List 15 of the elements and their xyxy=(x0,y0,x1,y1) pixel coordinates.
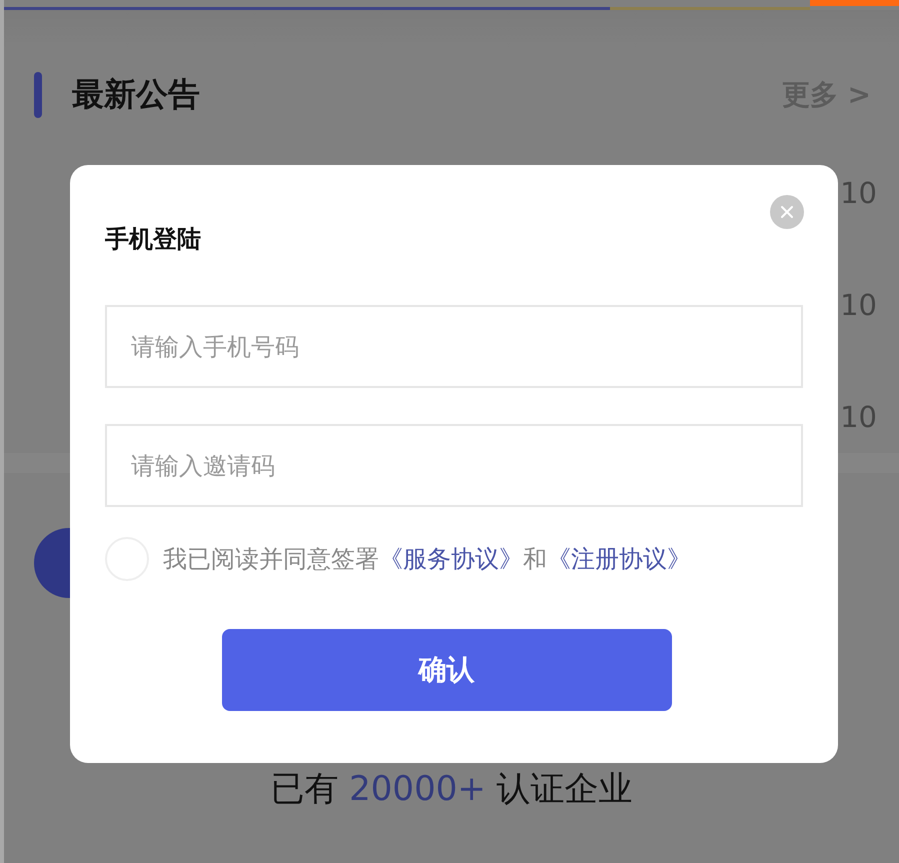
agreement-link[interactable]: 《注册协议》 xyxy=(547,545,691,573)
input-field[interactable]: 请输入邀请码 xyxy=(105,424,803,507)
notice-date: 10 xyxy=(840,176,877,210)
dialog-title: 手机登陆 xyxy=(105,224,201,255)
title-marker xyxy=(34,72,42,118)
company-count-text: 已有 20000+ 认证企业 xyxy=(269,768,634,811)
confirm-button[interactable]: 确认 xyxy=(222,629,672,711)
close-button[interactable] xyxy=(770,195,804,229)
agreement-link[interactable]: 《服务协议》 xyxy=(379,545,523,573)
notice-date: 10 xyxy=(840,400,877,434)
close-icon xyxy=(780,205,794,219)
section-title: 最新公告 xyxy=(72,74,200,115)
notice-date: 10 xyxy=(840,288,877,322)
agreement-text: 我已阅读并同意签署《服务协议》和《注册协议》 xyxy=(163,544,691,575)
input-field[interactable]: 请输入手机号码 xyxy=(105,305,803,388)
